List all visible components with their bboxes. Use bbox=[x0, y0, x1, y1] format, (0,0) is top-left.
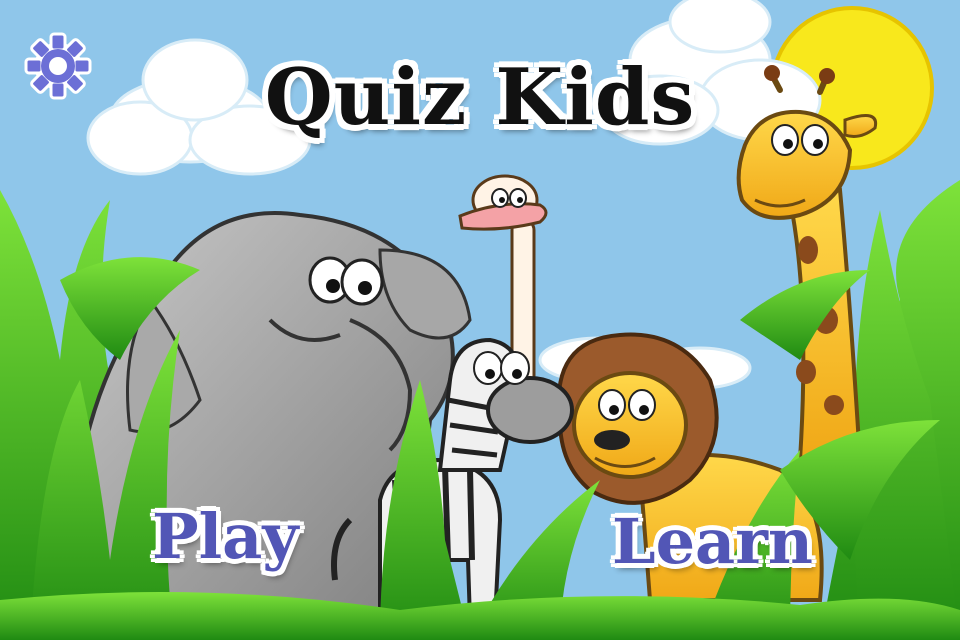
game-scene: Quiz Kids Play Learn bbox=[0, 0, 960, 640]
learn-button[interactable]: Learn bbox=[612, 505, 813, 578]
play-button[interactable]: Play bbox=[152, 500, 298, 573]
page-title: Quiz Kids bbox=[264, 52, 696, 143]
